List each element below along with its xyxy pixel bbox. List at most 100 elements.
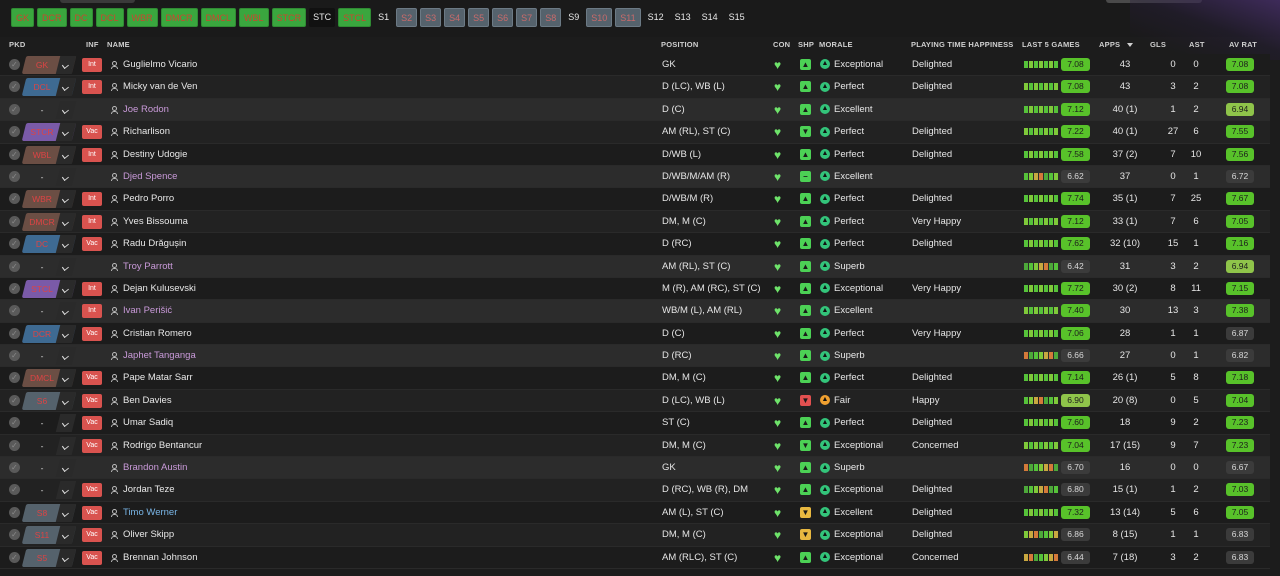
filter-dmcl[interactable]: DMCL bbox=[200, 8, 237, 27]
picked-position-select[interactable]: S8 bbox=[21, 503, 77, 522]
picked-position-select[interactable]: WBL bbox=[21, 145, 77, 164]
chevron-down-icon[interactable] bbox=[55, 145, 77, 164]
filter-s6[interactable]: S6 bbox=[492, 8, 514, 27]
filter-s7[interactable]: S7 bbox=[516, 8, 538, 27]
picked-position-select[interactable]: DMCR bbox=[21, 212, 77, 231]
info-badge[interactable]: Vac bbox=[82, 125, 102, 140]
header-shp[interactable]: SHP bbox=[798, 40, 814, 49]
player-row[interactable]: WBL Int Destiny Udogie D/WB (L) ♥ ▲ ▲ Perfect De… bbox=[0, 143, 1270, 166]
player-name-link[interactable]: Brennan Johnson bbox=[123, 547, 197, 569]
info-badge[interactable]: Vac bbox=[82, 550, 102, 565]
player-row[interactable]: - Troy Parrott AM (RL), ST (C) ♥ ▲ ▲ Superb 6.4… bbox=[0, 255, 1270, 278]
filter-dc[interactable]: DC bbox=[69, 8, 93, 27]
player-name-link[interactable]: Jordan Teze bbox=[123, 479, 175, 501]
filter-s5[interactable]: S5 bbox=[468, 8, 490, 27]
info-badge[interactable]: Int bbox=[82, 147, 102, 162]
filter-dmcr[interactable]: DMCR bbox=[160, 8, 198, 27]
chevron-down-icon[interactable] bbox=[55, 347, 77, 366]
player-name-link[interactable]: Rodrigo Bentancur bbox=[123, 435, 202, 457]
filter-s15[interactable]: S15 bbox=[725, 8, 749, 27]
info-badge[interactable]: Int bbox=[82, 214, 102, 229]
pick-check-icon[interactable] bbox=[9, 484, 20, 496]
chevron-down-icon[interactable] bbox=[55, 78, 77, 97]
chevron-down-icon[interactable] bbox=[55, 436, 77, 455]
header-pkd[interactable]: PKD bbox=[9, 40, 25, 49]
picked-position-select[interactable]: GK bbox=[21, 56, 77, 74]
pick-check-icon[interactable] bbox=[9, 126, 20, 138]
pick-check-icon[interactable] bbox=[9, 103, 20, 115]
player-name-link[interactable]: Djed Spence bbox=[123, 166, 177, 188]
picked-position-select[interactable]: - bbox=[22, 100, 77, 119]
filter-s3[interactable]: S3 bbox=[420, 8, 442, 27]
chevron-down-icon[interactable] bbox=[55, 56, 77, 74]
picked-position-select[interactable]: S5 bbox=[21, 548, 77, 567]
player-row[interactable]: - Vac Umar Sadiq ST (C) ♥ ▲ ▲ Perfect Delighted 7… bbox=[0, 412, 1270, 435]
pick-check-icon[interactable] bbox=[9, 506, 20, 518]
picked-position-select[interactable]: DMCL bbox=[21, 369, 77, 388]
info-badge[interactable]: Int bbox=[82, 192, 102, 207]
pick-check-icon[interactable] bbox=[9, 193, 20, 205]
info-badge[interactable]: Vac bbox=[82, 393, 102, 408]
player-row[interactable]: - Vac Rodrigo Bentancur DM, M (C) ♥ ▼ ▲ Excepti… bbox=[0, 434, 1270, 458]
picked-position-select[interactable]: - bbox=[22, 414, 77, 433]
filter-gk[interactable]: GK bbox=[11, 8, 35, 27]
chevron-down-icon[interactable] bbox=[55, 391, 77, 410]
chevron-down-icon[interactable] bbox=[55, 414, 77, 433]
player-name-link[interactable]: Richarlison bbox=[123, 121, 170, 143]
chevron-down-icon[interactable] bbox=[55, 481, 77, 500]
chevron-down-icon[interactable] bbox=[55, 369, 77, 388]
player-name-link[interactable]: Destiny Udogie bbox=[123, 144, 187, 166]
picked-position-select[interactable]: - bbox=[22, 436, 77, 455]
info-badge[interactable]: Int bbox=[82, 80, 102, 95]
pick-check-icon[interactable] bbox=[9, 81, 20, 93]
player-row[interactable]: -Japhet TangangaD (RC)♥▲▲Superb6.6627016… bbox=[0, 345, 1270, 368]
pick-check-icon[interactable] bbox=[9, 417, 20, 429]
filter-s10[interactable]: S10 bbox=[586, 8, 613, 27]
info-badge[interactable]: Int bbox=[82, 58, 102, 72]
player-row[interactable]: STCL Int Dejan Kulusevski M (R), AM (RC), S… bbox=[0, 277, 1270, 301]
picked-position-select[interactable]: S11 bbox=[21, 526, 77, 545]
filter-s12[interactable]: S12 bbox=[644, 8, 668, 27]
info-badge[interactable]: Vac bbox=[82, 438, 102, 453]
pick-check-icon[interactable] bbox=[9, 282, 20, 294]
player-row[interactable]: S5 Vac Brennan Johnson AM (RLC), ST (C) ♥ ▲ ▲ E… bbox=[0, 546, 1270, 569]
picked-position-select[interactable]: - bbox=[22, 302, 77, 321]
player-row[interactable]: STCR Vac Richarlison AM (RL), ST (C) ♥ ▼ ▲ Perf… bbox=[0, 121, 1270, 144]
pick-check-icon[interactable] bbox=[9, 260, 20, 272]
filter-stcr[interactable]: STCR bbox=[271, 8, 307, 27]
player-name-link[interactable]: Umar Sadiq bbox=[123, 412, 173, 434]
header-apps[interactable]: APPS bbox=[1099, 40, 1134, 49]
info-badge[interactable]: Int bbox=[82, 281, 102, 296]
player-name-link[interactable]: Japhet Tanganga bbox=[123, 345, 196, 367]
info-badge[interactable]: Vac bbox=[82, 416, 102, 431]
chevron-down-icon[interactable] bbox=[55, 302, 77, 321]
pick-check-icon[interactable] bbox=[9, 215, 20, 227]
player-row[interactable]: S6 Vac Ben Davies D (LC), WB (L) ♥ ▼ ▲ Fair Happ… bbox=[0, 389, 1270, 413]
player-name-link[interactable]: Micky van de Ven bbox=[123, 76, 197, 98]
pick-check-icon[interactable] bbox=[9, 350, 20, 362]
header-gls[interactable]: GLS bbox=[1150, 40, 1166, 49]
chevron-down-icon[interactable] bbox=[55, 190, 77, 209]
player-name-link[interactable]: Timo Werner bbox=[123, 502, 177, 524]
player-row[interactable]: - Int Ivan Perišić WB/M (L), AM (RL) ♥ ▲ ▲ Exce… bbox=[0, 300, 1270, 323]
player-name-link[interactable]: Ben Davies bbox=[123, 390, 172, 412]
top-tab-edge[interactable] bbox=[60, 0, 135, 3]
chevron-down-icon[interactable] bbox=[55, 212, 77, 231]
picked-position-select[interactable]: - bbox=[22, 167, 77, 186]
header-ast[interactable]: AST bbox=[1189, 40, 1205, 49]
picked-position-select[interactable]: WBR bbox=[21, 190, 77, 209]
picked-position-select[interactable]: STCL bbox=[21, 279, 77, 298]
filter-stcl[interactable]: STCL bbox=[338, 8, 372, 27]
player-row[interactable]: -Brandon AustinGK♥▲▲Superb6.7016006.67 bbox=[0, 457, 1270, 480]
player-name-link[interactable]: Yves Bissouma bbox=[123, 211, 188, 233]
pick-check-icon[interactable] bbox=[9, 439, 20, 451]
filter-s9[interactable]: S9 bbox=[564, 8, 583, 27]
info-badge[interactable]: Vac bbox=[82, 326, 102, 341]
filter-s14[interactable]: S14 bbox=[698, 8, 722, 27]
player-row[interactable]: GK Int Guglielmo Vicario GK ♥ ▲ ▲ Exceptional De… bbox=[0, 54, 1270, 77]
pick-check-icon[interactable] bbox=[9, 327, 20, 339]
picked-position-select[interactable]: DC bbox=[21, 235, 77, 254]
info-badge[interactable]: Vac bbox=[82, 505, 102, 520]
info-badge[interactable]: Int bbox=[82, 304, 102, 319]
header-avrat[interactable]: AV RAT bbox=[1229, 40, 1257, 49]
